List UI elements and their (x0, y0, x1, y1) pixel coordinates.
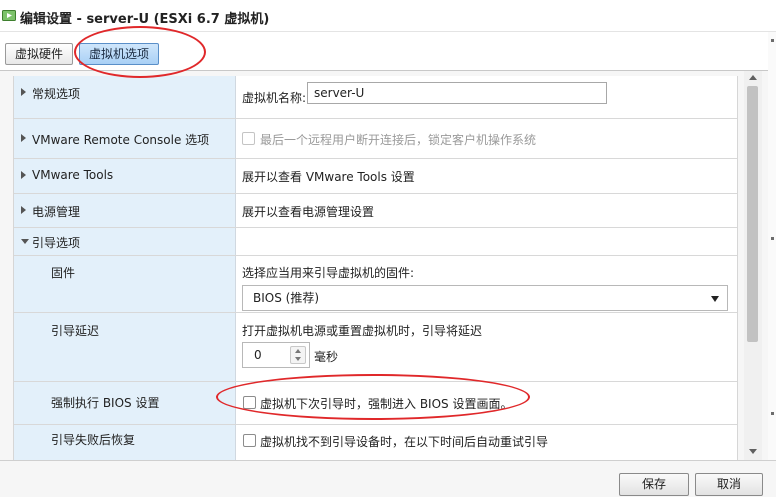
spinner-up-icon[interactable] (295, 349, 301, 353)
section-header-boot[interactable]: 引导选项 (14, 228, 236, 255)
section-header-tools[interactable]: VMware Tools (14, 159, 236, 193)
window-titlebar: 编辑设置 - server-U (ESXi 6.7 虚拟机) (0, 0, 776, 32)
vertical-scrollbar[interactable] (744, 71, 762, 461)
section-label: VMware Tools (32, 168, 114, 182)
vm-name-input[interactable]: server-U (307, 82, 607, 104)
boot-delay-value: 0 (254, 348, 262, 362)
expand-caret-icon[interactable] (21, 88, 26, 96)
section-header-power[interactable]: 电源管理 (14, 194, 236, 227)
expand-caret-icon[interactable] (21, 206, 26, 214)
window-title: 编辑设置 - server-U (ESXi 6.7 虚拟机) (20, 12, 270, 27)
expand-caret-icon[interactable] (21, 171, 26, 179)
scrollbar-thumb[interactable] (747, 86, 758, 342)
firmware-desc: 选择应当用来引导虚拟机的固件: (242, 266, 415, 280)
boot-recovery-row: 引导失败后恢复 虚拟机找不到引导设备时，在以下时间后自动重试引导 (14, 425, 737, 461)
section-row-tools: VMware Tools 展开以查看 VMware Tools 设置 (14, 159, 737, 194)
section-row-boot: 引导选项 (14, 228, 737, 256)
firmware-select[interactable]: BIOS (推荐) (242, 285, 728, 311)
tab-bar: 虚拟硬件 虚拟机选项 (0, 40, 776, 70)
vm-icon (2, 10, 16, 21)
scroll-down-icon[interactable] (749, 449, 757, 454)
vm-name-label: 虚拟机名称: (242, 91, 307, 105)
spinner-down-icon[interactable] (295, 357, 301, 361)
tab-vm-options[interactable]: 虚拟机选项 (79, 43, 160, 65)
boot-firmware-row: 固件 选择应当用来引导虚拟机的固件: BIOS (推荐) (14, 256, 737, 313)
force-bios-option: 虚拟机下次引导时，强制进入 BIOS 设置画面。 (260, 397, 513, 411)
firmware-label: 固件 (51, 266, 76, 280)
boot-delay-unit: 毫秒 (314, 350, 339, 364)
force-bios-checkbox[interactable] (243, 396, 256, 409)
section-row-power: 电源管理 展开以查看电源管理设置 (14, 194, 737, 228)
firmware-select-value: BIOS (推荐) (253, 291, 320, 305)
boot-recovery-label: 引导失败后恢复 (51, 433, 136, 447)
collapse-caret-icon[interactable] (21, 239, 29, 244)
force-bios-row: 强制执行 BIOS 设置 虚拟机下次引导时，强制进入 BIOS 设置画面。 (14, 382, 737, 425)
tools-summary: 展开以查看 VMware Tools 设置 (242, 170, 415, 184)
scroll-up-icon[interactable] (749, 75, 757, 80)
lock-guest-label: 最后一个远程用户断开连接后，锁定客户机操作系统 (260, 133, 537, 147)
lock-guest-checkbox[interactable] (242, 132, 255, 145)
dropdown-arrow-icon (711, 296, 719, 302)
section-label: VMware Remote Console 选项 (32, 133, 210, 147)
window-right-edge (768, 32, 776, 460)
boot-delay-row: 引导延迟 打开虚拟机电源或重置虚拟机时，引导将延迟 0 毫秒 (14, 313, 737, 382)
section-label: 常规选项 (32, 87, 81, 101)
dialog-footer: 保存 取消 (0, 460, 776, 497)
section-row-vmrc: VMware Remote Console 选项 最后一个远程用户断开连接后，锁… (14, 119, 737, 159)
section-label: 引导选项 (32, 236, 81, 250)
boot-delay-label: 引导延迟 (51, 324, 100, 338)
spinner-buttons[interactable] (290, 346, 306, 364)
section-header-vmrc[interactable]: VMware Remote Console 选项 (14, 119, 236, 158)
options-grid: 常规选项 虚拟机名称: server-U VMware Remote Conso… (13, 76, 738, 461)
section-row-general: 常规选项 虚拟机名称: server-U (14, 76, 737, 119)
boot-retry-checkbox[interactable] (243, 434, 256, 447)
force-bios-label: 强制执行 BIOS 设置 (51, 396, 160, 410)
boot-delay-spinner[interactable]: 0 (242, 342, 310, 368)
save-button[interactable]: 保存 (619, 473, 689, 496)
power-summary: 展开以查看电源管理设置 (242, 205, 375, 219)
boot-delay-desc: 打开虚拟机电源或重置虚拟机时，引导将延迟 (242, 324, 483, 338)
tab-virtual-hardware[interactable]: 虚拟硬件 (5, 43, 74, 65)
options-panel: 常规选项 虚拟机名称: server-U VMware Remote Conso… (0, 70, 776, 461)
section-label: 电源管理 (32, 205, 81, 219)
cancel-button[interactable]: 取消 (695, 473, 763, 496)
section-header-general[interactable]: 常规选项 (14, 76, 236, 118)
expand-caret-icon[interactable] (21, 134, 26, 142)
boot-retry-option: 虚拟机找不到引导设备时，在以下时间后自动重试引导 (260, 435, 549, 449)
